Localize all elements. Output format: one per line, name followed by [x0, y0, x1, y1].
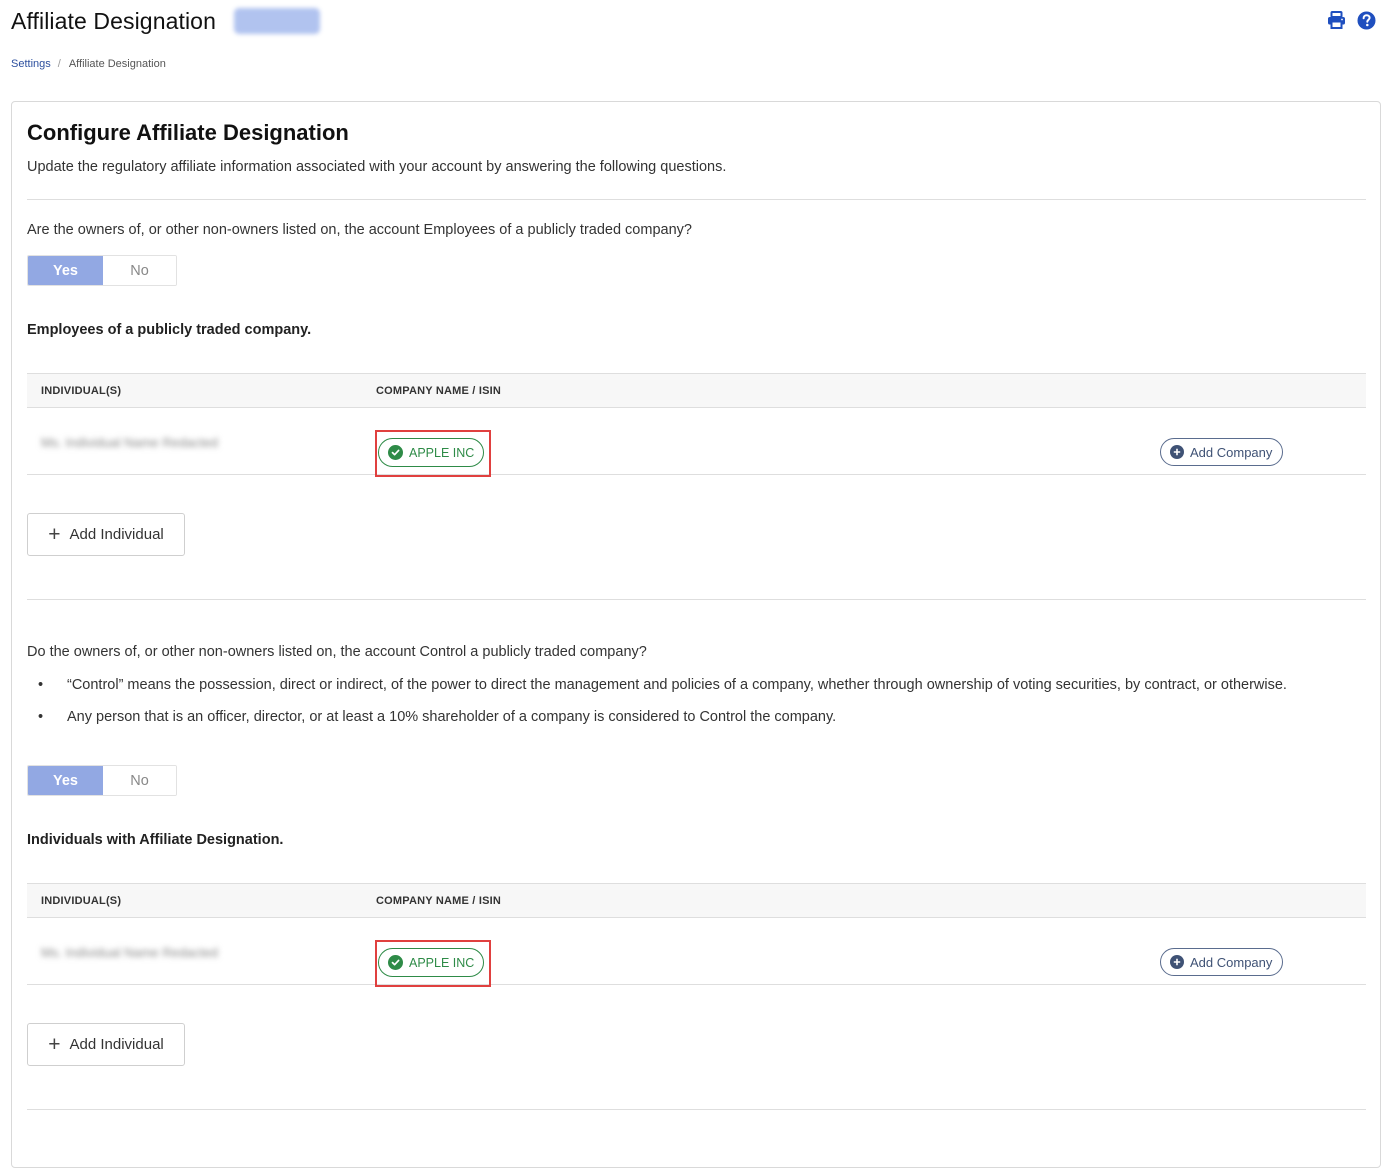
affiliate-card: Configure Affiliate Designation Update t… — [11, 101, 1381, 1168]
divider — [27, 599, 1366, 600]
plus-circle-icon — [1170, 955, 1184, 969]
add-company-label: Add Company — [1190, 444, 1273, 460]
card-description: Update the regulatory affiliate informat… — [27, 159, 727, 175]
breadcrumb-separator: / — [57, 58, 61, 70]
control-yes-button[interactable]: Yes — [28, 766, 103, 795]
breadcrumb-current: Affiliate Designation — [68, 58, 166, 70]
table-row: Ms. Individual Name Redacted APPLE INC A… — [27, 918, 1366, 987]
employees-yes-button[interactable]: Yes — [28, 256, 103, 285]
check-circle-icon — [388, 955, 403, 970]
employees-table-title: Employees of a publicly traded company. — [27, 322, 312, 338]
list-item: “Control” means the possession, direct o… — [27, 674, 1357, 696]
breadcrumb-settings-link[interactable]: Settings — [11, 58, 51, 70]
status-badge — [233, 8, 320, 34]
company-name: APPLE INC — [409, 955, 475, 970]
column-header-individuals: INDIVIDUAL(S) — [41, 385, 122, 397]
list-item: Any person that is an officer, director,… — [27, 706, 1357, 728]
column-header-company: COMPANY NAME / ISIN — [376, 895, 502, 907]
add-individual-label: Add Individual — [69, 1036, 164, 1053]
plus-icon: + — [48, 523, 61, 546]
add-company-button[interactable]: Add Company — [1160, 438, 1283, 466]
page-header: Affiliate Designation — [11, 4, 320, 38]
header-actions — [1326, 10, 1376, 30]
add-individual-button[interactable]: + Add Individual — [27, 513, 185, 556]
individual-name: Ms. Individual Name Redacted — [41, 435, 219, 450]
divider — [27, 199, 1366, 200]
column-header-company: COMPANY NAME / ISIN — [376, 385, 502, 397]
card-title: Configure Affiliate Designation — [27, 120, 349, 145]
column-header-individuals: INDIVIDUAL(S) — [41, 895, 122, 907]
employees-question: Are the owners of, or other non-owners l… — [27, 222, 692, 238]
add-individual-button[interactable]: + Add Individual — [27, 1023, 185, 1066]
company-name: APPLE INC — [409, 445, 475, 460]
add-individual-label: Add Individual — [69, 526, 164, 543]
plus-circle-icon — [1170, 445, 1184, 459]
control-toggle: Yes No — [27, 765, 177, 796]
add-company-label: Add Company — [1190, 954, 1273, 970]
table-row: Ms. Individual Name Redacted APPLE INC A… — [27, 408, 1366, 477]
employees-toggle: Yes No — [27, 255, 177, 286]
add-company-button[interactable]: Add Company — [1160, 948, 1283, 976]
individual-name: Ms. Individual Name Redacted — [41, 945, 219, 960]
control-no-button[interactable]: No — [103, 766, 176, 795]
page-title: Affiliate Designation — [11, 7, 216, 34]
control-question: Do the owners of, or other non-owners li… — [27, 644, 647, 660]
breadcrumb: Settings / Affiliate Designation — [11, 58, 166, 70]
check-circle-icon — [388, 445, 403, 460]
help-icon[interactable] — [1356, 10, 1376, 30]
plus-icon: + — [48, 1033, 61, 1056]
company-pill[interactable]: APPLE INC — [378, 438, 484, 467]
control-table-title: Individuals with Affiliate Designation. — [27, 832, 284, 848]
control-table-header: INDIVIDUAL(S) COMPANY NAME / ISIN — [27, 883, 1366, 918]
employees-no-button[interactable]: No — [103, 256, 176, 285]
print-icon[interactable] — [1326, 10, 1346, 30]
divider — [27, 1109, 1366, 1110]
control-definition-list: “Control” means the possession, direct o… — [27, 674, 1357, 728]
company-pill[interactable]: APPLE INC — [378, 948, 484, 977]
employees-table-header: INDIVIDUAL(S) COMPANY NAME / ISIN — [27, 373, 1366, 408]
